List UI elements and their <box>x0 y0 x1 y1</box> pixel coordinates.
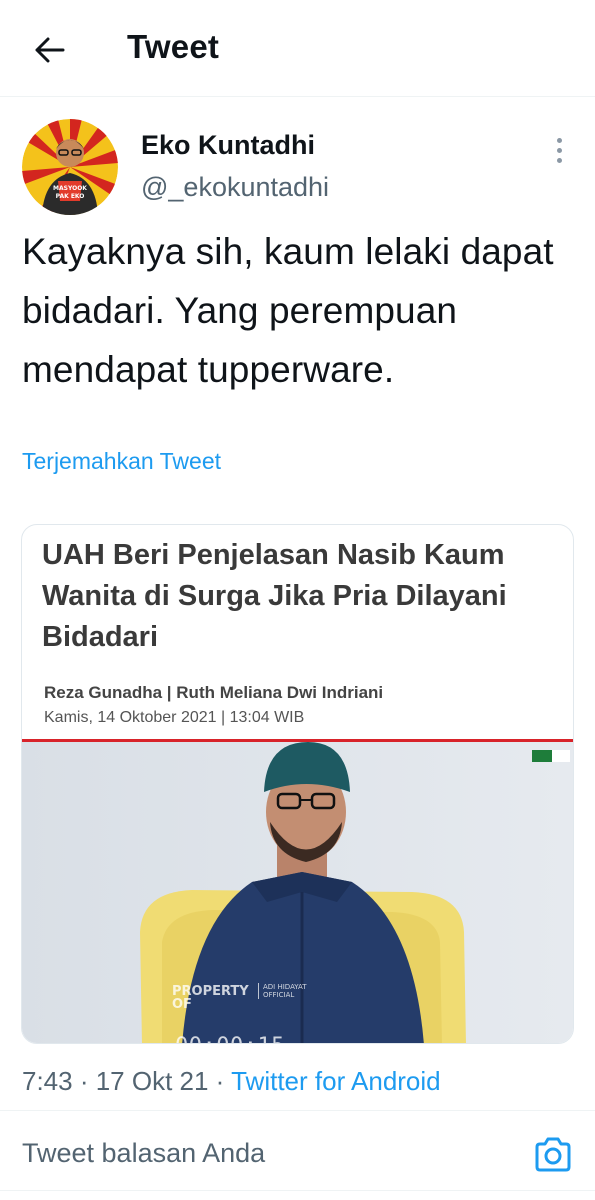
avatar[interactable]: MASYOOK PAK EKO <box>22 119 118 215</box>
meta-separator: · <box>72 1066 96 1096</box>
author-name[interactable]: Eko Kuntadhi <box>141 130 315 161</box>
page-title: Tweet <box>127 28 220 65</box>
top-bar: Tweet <box>0 0 595 97</box>
meta-separator-2: · <box>208 1066 232 1096</box>
back-button[interactable] <box>30 30 70 70</box>
watermark-small: ADI HIDAYAT OFFICIAL <box>258 983 323 999</box>
video-timecode: 00:00:15 <box>175 1034 285 1043</box>
svg-text:PAK EKO: PAK EKO <box>56 193 85 200</box>
tweet-time[interactable]: 7:43 <box>22 1066 73 1096</box>
camera-button[interactable] <box>532 1134 574 1176</box>
tweet-source-link[interactable]: Twitter for Android <box>231 1066 441 1096</box>
card-date: Kamis, 14 Oktober 2021 | 13:04 WIB <box>44 709 305 726</box>
card-headline: UAH Beri Penjelasan Nasib Kaum Wanita di… <box>42 539 507 653</box>
camera-icon <box>535 1137 571 1172</box>
tweet-meta: 7:43 · 17 Okt 21 · Twitter for Android <box>22 1066 441 1097</box>
translate-tweet-link[interactable]: Terjemahkan Tweet <box>22 448 221 475</box>
tweet-date[interactable]: 17 Okt 21 <box>96 1066 209 1096</box>
more-dots-icon <box>557 138 562 143</box>
reply-input[interactable]: Tweet balasan Anda <box>22 1138 265 1169</box>
divider <box>0 1110 595 1111</box>
svg-text:MASYOOK: MASYOOK <box>53 185 87 192</box>
card-authors: Reza Gunadha | Ruth Meliana Dwi Indriani <box>44 683 384 702</box>
more-options-button[interactable] <box>548 132 572 168</box>
watermark-big: PROPERTY OF <box>172 984 249 1012</box>
more-dots-icon-dot <box>557 148 562 153</box>
card-photo: PROPERTY OF ADI HIDAYAT OFFICIAL 00:00:1… <box>22 742 573 1043</box>
more-dots-icon-dot <box>557 158 562 163</box>
arrow-left-icon <box>35 37 65 63</box>
photo-watermark: PROPERTY OF ADI HIDAYAT OFFICIAL <box>172 983 307 1012</box>
author-handle[interactable]: @_ekokuntadhi <box>141 172 329 203</box>
avatar-image: MASYOOK PAK EKO <box>22 119 118 215</box>
bottom-divider <box>0 1190 595 1191</box>
tweet-text: Kayaknya sih, kaum lelaki dapat bidadari… <box>22 231 554 390</box>
link-preview-card[interactable]: UAH Beri Penjelasan Nasib Kaum Wanita di… <box>21 524 574 1044</box>
